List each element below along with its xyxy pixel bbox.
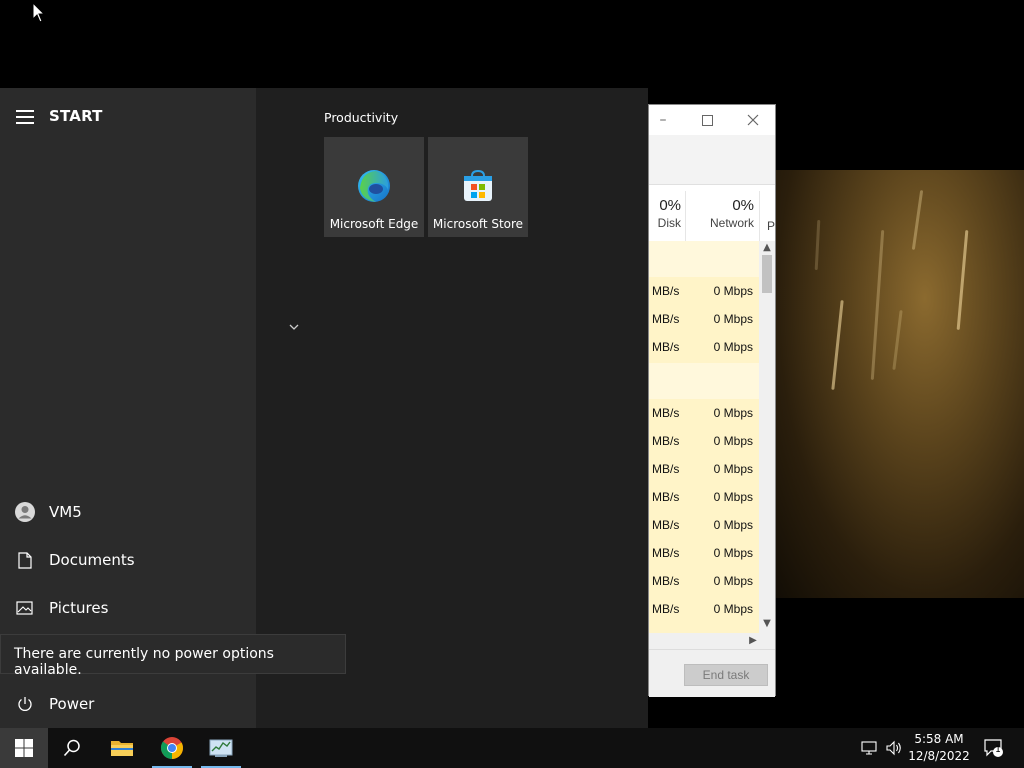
minimize-icon[interactable]: – — [651, 109, 675, 131]
horizontal-scrollbar[interactable]: ▶ — [649, 633, 775, 649]
network-column-header[interactable]: 0% Network — [689, 197, 754, 230]
end-task-button[interactable]: End task — [684, 664, 768, 686]
microsoft-edge-tile[interactable]: Microsoft Edge — [324, 137, 424, 237]
task-manager-window[interactable]: – 0% Disk 0% Network P MB/s 0 Mbps MB/s 0 … — [648, 104, 776, 697]
table-row[interactable]: MB/s 0 Mbps — [649, 277, 759, 305]
chrome-icon — [160, 737, 183, 759]
table-row[interactable]: MB/s 0 Mbps — [649, 511, 759, 539]
task-manager-icon — [209, 739, 233, 757]
table-row[interactable]: MB/s 0 Mbps — [649, 427, 759, 455]
task-manager-footer: End task — [649, 649, 775, 697]
scroll-down-icon[interactable]: ▼ — [759, 617, 775, 631]
documents-button[interactable]: Documents — [0, 540, 256, 580]
tab-bar — [649, 135, 775, 185]
notification-center-icon[interactable]: 1 — [982, 738, 1006, 758]
partial-column-header[interactable]: P — [767, 217, 777, 233]
store-bag-icon — [464, 169, 492, 201]
documents-label: Documents — [49, 551, 135, 569]
video-window[interactable] — [776, 170, 1024, 598]
close-icon[interactable] — [741, 109, 765, 131]
scroll-thumb[interactable] — [762, 255, 772, 293]
tile-label: Microsoft Edge — [329, 217, 419, 231]
start-menu-tiles-pane: Productivity Microsoft Edge Microsoft St… — [256, 88, 648, 728]
volume-icon[interactable] — [884, 738, 904, 758]
task-manager-button[interactable] — [197, 728, 245, 768]
chevron-down-icon[interactable] — [288, 321, 300, 333]
table-row[interactable]: MB/s 0 Mbps — [649, 567, 759, 595]
column-headers: 0% Disk 0% Network P — [649, 191, 775, 237]
maximize-icon[interactable] — [695, 109, 719, 131]
taskbar: 5:58 AM 12/8/2022 1 — [0, 728, 1024, 768]
network-icon[interactable] — [860, 738, 880, 758]
user-name: VM5 — [49, 503, 82, 521]
tile-group-title[interactable]: Productivity — [324, 110, 398, 125]
search-button[interactable] — [48, 728, 96, 768]
table-row[interactable]: MB/s 0 Mbps — [649, 483, 759, 511]
system-clock[interactable]: 5:58 AM 12/8/2022 — [906, 731, 972, 765]
user-avatar-icon — [0, 501, 49, 523]
process-list[interactable]: MB/s 0 Mbps MB/s 0 Mbps MB/s 0 Mbps MB/s 0 M… — [649, 241, 759, 641]
table-row[interactable]: MB/s 0 Mbps — [649, 539, 759, 567]
clock-date: 12/8/2022 — [908, 749, 970, 763]
table-row[interactable]: MB/s 0 Mbps — [649, 399, 759, 427]
picture-icon — [0, 601, 49, 615]
scroll-up-icon[interactable]: ▲ — [759, 241, 775, 255]
power-icon — [0, 696, 49, 712]
pictures-label: Pictures — [49, 599, 109, 617]
microsoft-store-tile[interactable]: Microsoft Store — [428, 137, 528, 237]
table-row[interactable]: MB/s 0 Mbps — [649, 455, 759, 483]
hamburger-menu-icon[interactable] — [16, 110, 34, 124]
table-row[interactable]: MB/s 0 Mbps — [649, 305, 759, 333]
clock-time: 5:58 AM — [914, 732, 964, 746]
pictures-button[interactable]: Pictures — [0, 588, 256, 628]
start-menu-left-pane: START VM5 Documents Pictures Power — [0, 88, 256, 728]
vertical-scrollbar[interactable]: ▲ ▼ — [759, 241, 775, 633]
notification-count: 1 — [995, 745, 1001, 755]
power-label: Power — [49, 695, 95, 713]
mouse-cursor-icon — [32, 2, 46, 23]
table-row[interactable]: MB/s 0 Mbps — [649, 595, 759, 623]
start-menu-title: START — [49, 107, 103, 125]
folder-icon — [111, 741, 133, 756]
file-explorer-button[interactable] — [98, 728, 146, 768]
tile-label: Microsoft Store — [432, 217, 524, 231]
start-button[interactable] — [0, 728, 48, 768]
search-icon — [63, 739, 80, 757]
edge-icon — [358, 170, 390, 202]
group-header — [649, 363, 759, 399]
document-icon — [0, 551, 49, 569]
group-header — [649, 241, 759, 277]
user-account-button[interactable]: VM5 — [0, 492, 256, 532]
scroll-right-icon[interactable]: ▶ — [745, 634, 761, 648]
table-row[interactable]: MB/s 0 Mbps — [649, 333, 759, 361]
disk-column-header[interactable]: 0% Disk — [649, 197, 681, 230]
title-bar[interactable]: – — [649, 105, 775, 135]
chrome-button[interactable] — [148, 728, 196, 768]
power-button[interactable]: Power — [0, 684, 256, 724]
power-options-tooltip: There are currently no power options ava… — [0, 634, 346, 678]
windows-logo-icon — [15, 739, 33, 757]
